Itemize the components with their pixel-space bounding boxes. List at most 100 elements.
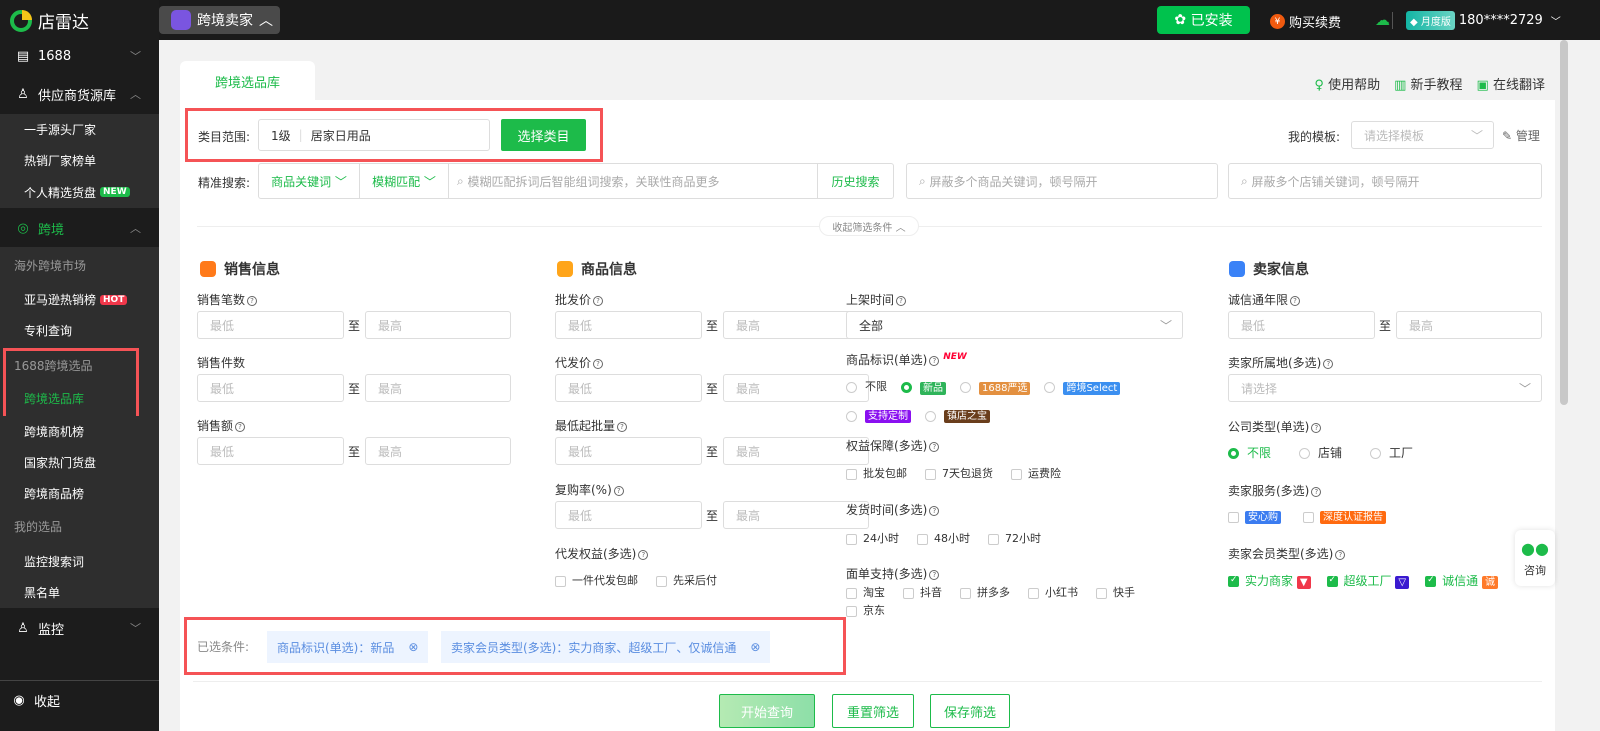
max-input[interactable]: 最高 (1396, 311, 1542, 339)
checkbox[interactable] (1096, 587, 1107, 599)
checkbox[interactable] (1028, 587, 1039, 599)
min-input[interactable]: 最低 (555, 311, 702, 339)
radio-option[interactable]: 镇店之宝 (925, 407, 990, 423)
checkbox[interactable] (1303, 511, 1314, 523)
app-logo[interactable]: 店雷达 (10, 8, 89, 33)
help-link[interactable]: ♀ 使用帮助 (1314, 74, 1380, 93)
checkbox-option[interactable]: 安心购 (1228, 508, 1281, 524)
checkbox[interactable] (555, 575, 566, 587)
sidebar-sub-item[interactable]: 黑名单 (0, 577, 159, 608)
radio-option[interactable]: 支持定制 (846, 407, 911, 423)
checkbox[interactable] (903, 587, 914, 599)
tab-cross-border-library[interactable]: 跨境选品库 (180, 61, 315, 101)
min-input[interactable]: 最低 (197, 374, 344, 402)
checkbox-option[interactable]: 批发包邮 (846, 465, 907, 481)
sidebar-sub-item[interactable]: 专利查询 (0, 315, 159, 346)
block-product-keyword-input[interactable]: ⌕ 屏蔽多个商品关键词，顿号隔开 (906, 163, 1218, 199)
checkbox-option[interactable]: 24小时 (846, 530, 899, 546)
checkbox-option[interactable]: 实力商家 ▼ (1228, 572, 1311, 589)
collapse-sidebar-button[interactable]: ◉ 收起 (0, 682, 159, 718)
scrollbar[interactable] (1560, 40, 1568, 405)
close-icon[interactable]: ⊗ (750, 640, 760, 654)
checkbox[interactable] (960, 587, 971, 599)
checkbox[interactable] (846, 587, 857, 599)
checkbox[interactable] (846, 533, 857, 545)
checkbox-option[interactable]: 诚信通 诚 (1425, 572, 1498, 589)
history-search-button[interactable]: 历史搜索 (817, 164, 893, 198)
search-type-select[interactable]: 商品关键词 ﹀ (259, 164, 360, 198)
consult-button[interactable]: ●● 咨询 (1515, 530, 1555, 586)
max-input[interactable]: 最高 (365, 374, 511, 402)
checkbox-option[interactable]: 京东 (846, 602, 885, 618)
renew-button[interactable]: ¥ 购买续费 (1270, 12, 1341, 31)
min-input[interactable]: 最低 (197, 311, 344, 339)
radio-option[interactable]: 工厂 (1370, 444, 1413, 461)
sidebar-sub-item[interactable]: 国家热门货盘 (0, 447, 159, 478)
save-filter-button[interactable]: 保存筛选 (930, 694, 1010, 728)
sidebar-item-monitor[interactable]: ♙ 监控 ﹀ (0, 610, 159, 646)
checkbox-option[interactable]: 拼多多 (960, 584, 1010, 600)
sidebar-sub-item[interactable]: 个人精选货盘 NEW (0, 176, 159, 208)
block-shop-keyword-input[interactable]: ⌕ 屏蔽多个店铺关键词，顿号隔开 (1228, 163, 1542, 199)
tutorial-link[interactable]: ▥ 新手教程 (1394, 74, 1462, 93)
checkbox-option[interactable]: 运费险 (1011, 465, 1061, 481)
min-input[interactable]: 最低 (555, 437, 702, 465)
listing-time-select[interactable]: 全部 ﹀ (846, 311, 1183, 339)
radio-option[interactable]: 新品 (901, 379, 946, 395)
checkbox[interactable] (1011, 468, 1022, 480)
close-icon[interactable]: ⊗ (408, 640, 418, 654)
user-menu[interactable]: ◆ 月度版 180****2729 ﹀ (1406, 11, 1561, 30)
checkbox-option[interactable]: 48小时 (917, 530, 970, 546)
sidebar-sub-item[interactable]: 热销厂家榜单 (0, 145, 159, 176)
installed-button[interactable]: ✿ 已安装 (1157, 6, 1250, 34)
keyword-input[interactable]: ⌕ 模糊匹配拆词后智能组词搜索，关联性商品更多 (449, 173, 817, 190)
download-icon[interactable]: ☁ (1375, 11, 1390, 29)
checkbox[interactable] (988, 533, 999, 545)
checkbox-option[interactable]: 超级工厂 ▽ (1326, 572, 1410, 589)
translate-link[interactable]: ▣ 在线翻译 (1477, 74, 1545, 93)
checkbox[interactable] (1228, 511, 1239, 523)
min-input[interactable]: 最低 (555, 501, 702, 529)
checkbox-option[interactable]: 淘宝 (846, 584, 885, 600)
sidebar-sub-item-active[interactable]: 跨境选品库 (0, 383, 159, 414)
radio-option[interactable]: 1688严选 (960, 379, 1031, 395)
radio-option[interactable]: 不限 (1228, 444, 1271, 461)
sidebar-item-1688[interactable]: ▤ 1688 ﹀ (0, 38, 159, 74)
sidebar-sub-item[interactable]: 亚马逊热销榜 HOT (0, 284, 159, 315)
radio[interactable] (846, 381, 857, 393)
min-input[interactable]: 最低 (555, 374, 702, 402)
checkbox[interactable] (656, 575, 667, 587)
radio[interactable] (1044, 382, 1056, 393)
checkbox[interactable] (846, 605, 857, 617)
template-select[interactable]: 请选择模板 ﹀ (1351, 121, 1494, 149)
sidebar-sub-item[interactable]: 跨境商品榜 (0, 478, 159, 509)
checkbox-checked[interactable] (1228, 575, 1239, 587)
checkbox[interactable] (846, 468, 857, 480)
checkbox-option[interactable]: 72小时 (988, 530, 1041, 546)
radio[interactable] (1370, 448, 1382, 459)
checkbox-option[interactable]: 深度认证报告 (1303, 508, 1386, 524)
min-input[interactable]: 最低 (197, 437, 344, 465)
radio-option[interactable]: 不限 (846, 378, 887, 394)
radio[interactable] (1299, 448, 1311, 459)
checkbox[interactable] (925, 468, 936, 480)
radio-checked[interactable] (1228, 448, 1239, 459)
max-input[interactable]: 最高 (365, 311, 511, 339)
radio-checked[interactable] (901, 382, 912, 393)
region-select[interactable]: 请选择 ﹀ (1228, 374, 1542, 402)
min-input[interactable]: 最低 (1228, 311, 1375, 339)
sidebar-item-cross-border[interactable]: ◎ 跨境 ︿ (0, 210, 159, 246)
match-mode-select[interactable]: 模糊匹配 ﹀ (360, 164, 449, 198)
sidebar-sub-item[interactable]: 监控搜索词 (0, 546, 159, 577)
checkbox-option[interactable]: 快手 (1096, 584, 1135, 600)
select-category-button[interactable]: 选择类目 (501, 119, 586, 151)
app-switcher[interactable]: 跨境卖家 ︿ (159, 6, 280, 34)
sidebar-item-supplier[interactable]: ♙ 供应商货源库 ︿ (0, 76, 159, 112)
radio[interactable] (925, 410, 936, 422)
checkbox-checked[interactable] (1326, 575, 1338, 587)
checkbox-option[interactable]: 小红书 (1028, 584, 1078, 600)
sidebar-sub-item[interactable]: 一手源头厂家 (0, 114, 159, 145)
radio-option[interactable]: 跨境Select (1044, 379, 1121, 395)
category-field[interactable]: 1级 | 居家日用品 (258, 119, 490, 151)
sidebar-sub-item[interactable]: 跨境商机榜 (0, 416, 159, 447)
